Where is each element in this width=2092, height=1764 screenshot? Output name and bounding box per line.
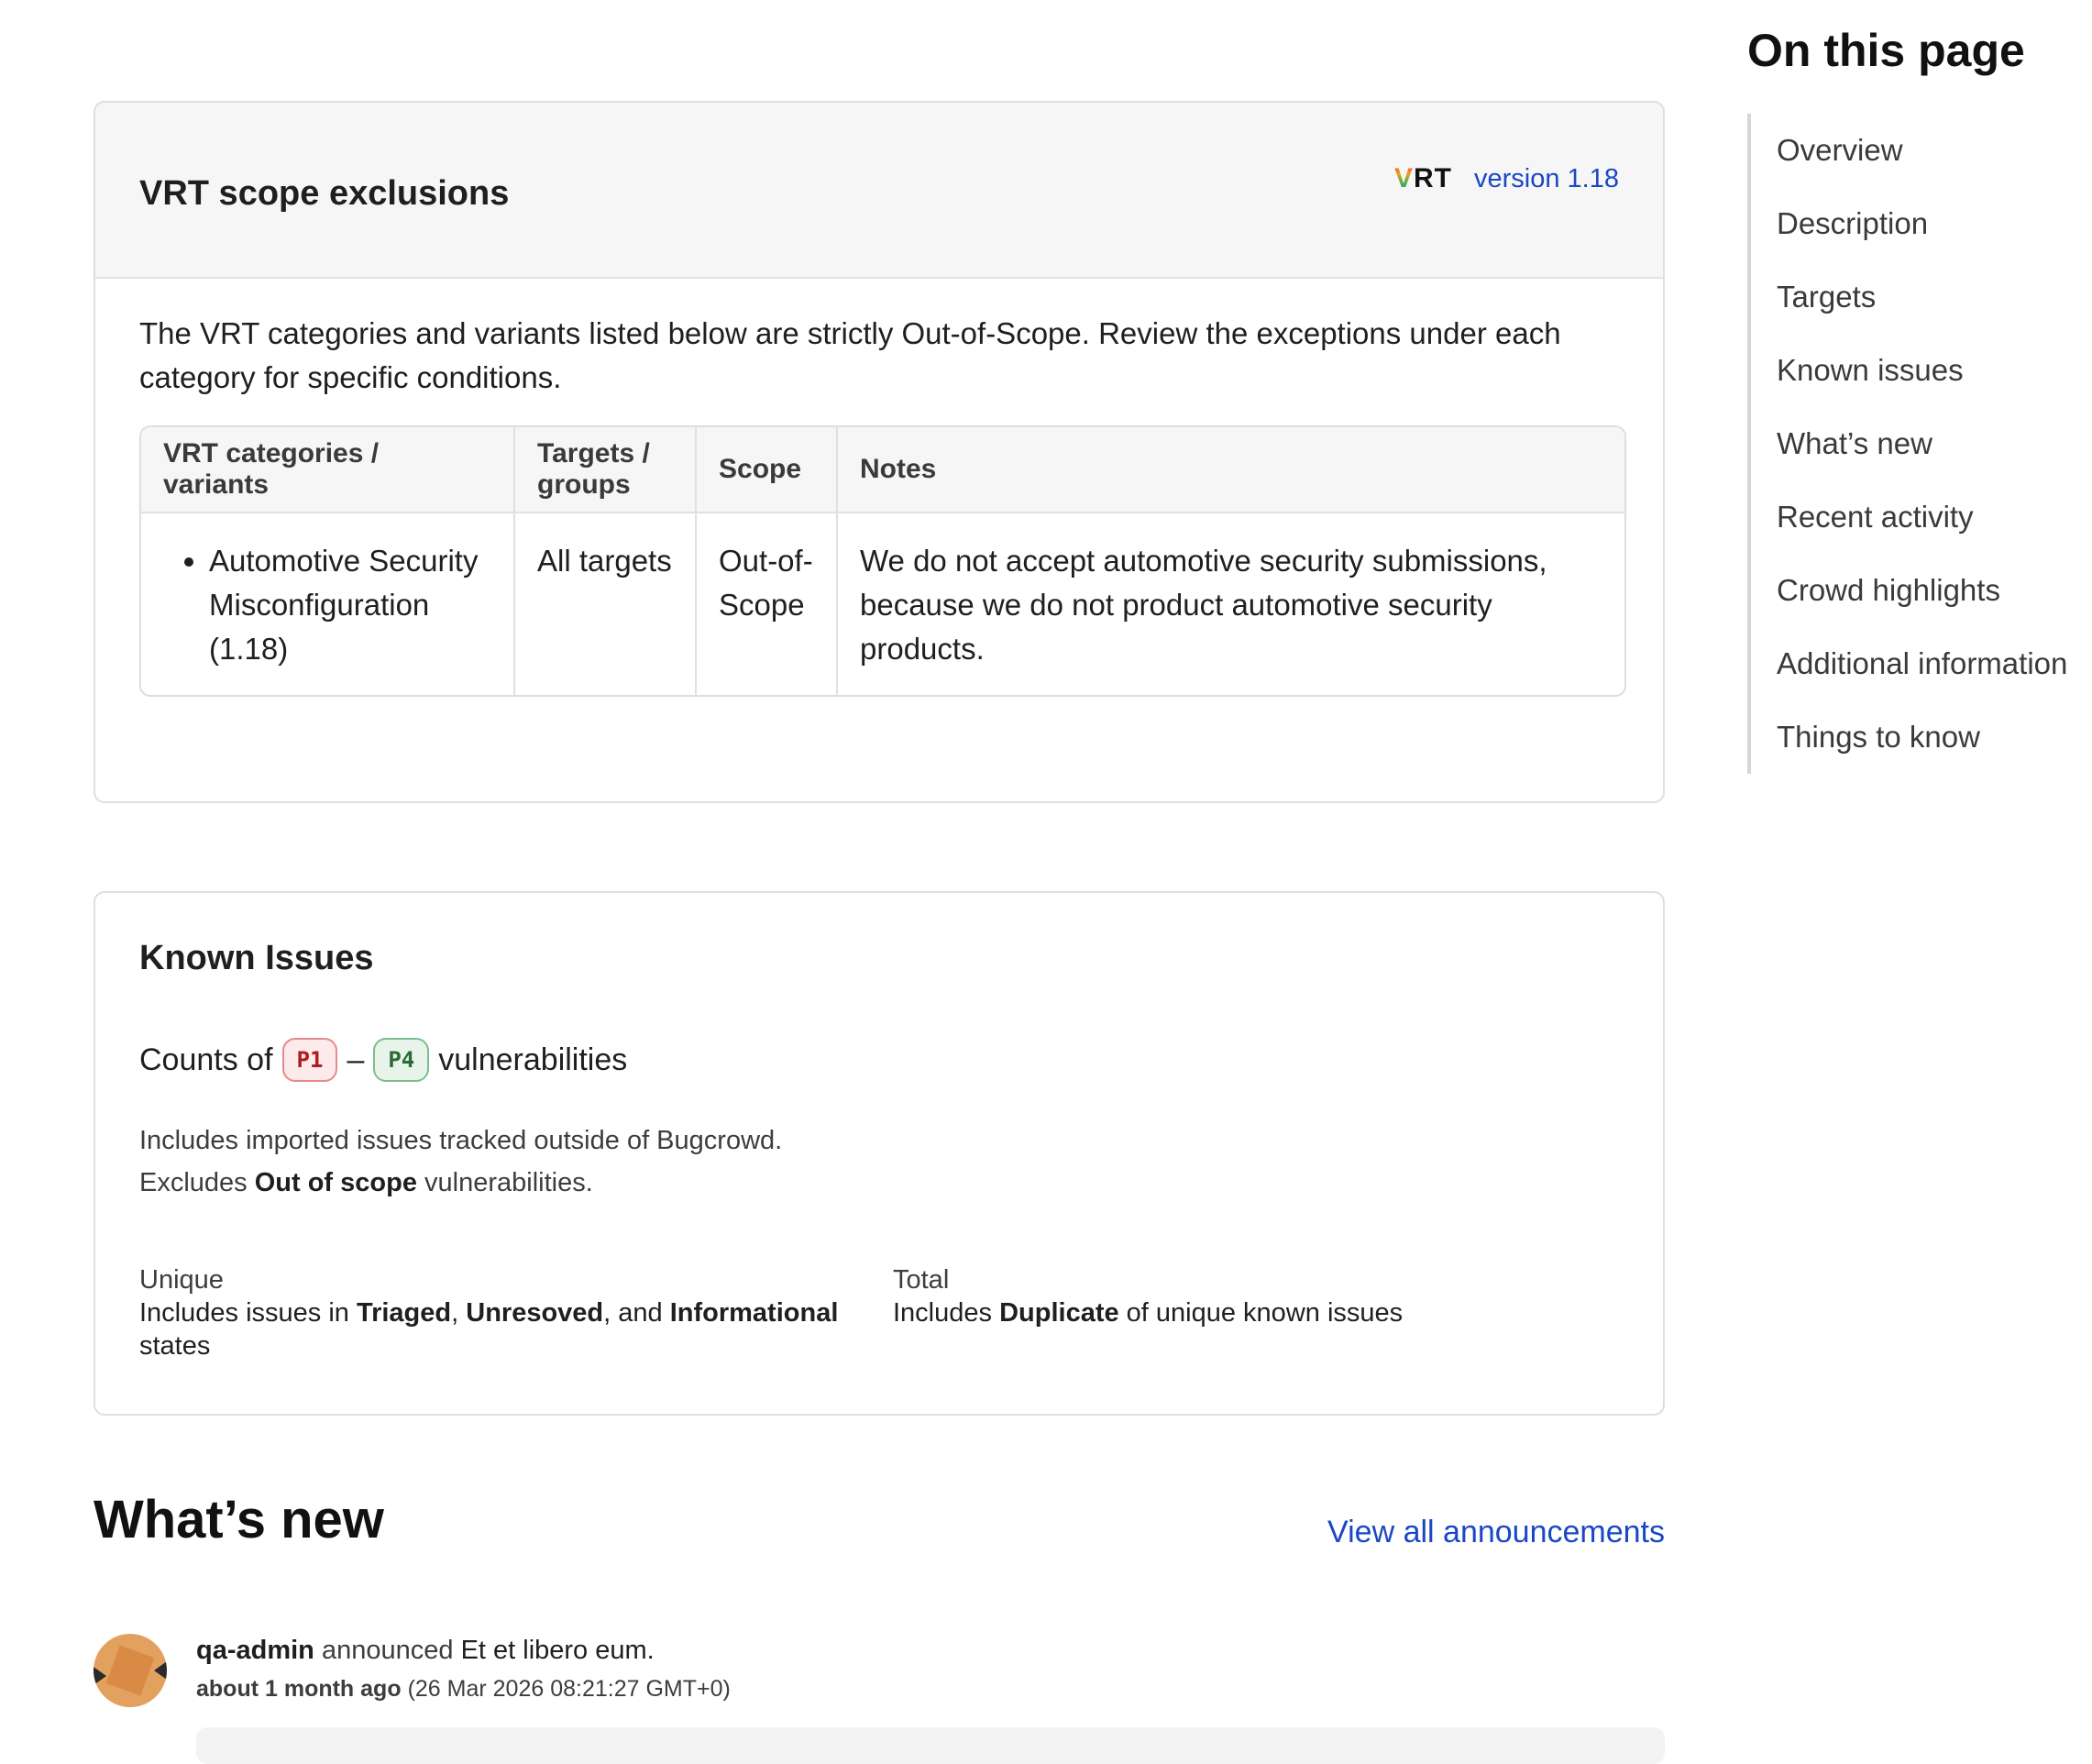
table-header-row: VRT categories / variants Targets / grou… bbox=[141, 427, 1624, 513]
imported-note: Includes imported issues tracked outside… bbox=[139, 1126, 783, 1155]
view-all-announcements-link[interactable]: View all announcements bbox=[1327, 1515, 1665, 1550]
toc-list: Overview Description Targets Known issue… bbox=[1747, 114, 2067, 774]
column-header-scope: Scope bbox=[696, 427, 838, 513]
card-title: VRT scope exclusions bbox=[139, 174, 510, 213]
announcement-meta: about 1 month ago (26 Mar 2026 08:21:27 … bbox=[196, 1676, 731, 1703]
toc-item-things-to-know[interactable]: Things to know bbox=[1751, 700, 2067, 774]
total-stat: Total Includes Duplicate of unique known… bbox=[893, 1263, 1590, 1329]
toc-title: On this page bbox=[1747, 25, 2025, 76]
known-issues-card: Known Issues Counts of P1 – P4 vulnerabi… bbox=[94, 891, 1665, 1416]
priority-badge-p4: P4 bbox=[373, 1038, 430, 1082]
exclusions-table-wrapper: VRT categories / variants Targets / grou… bbox=[139, 425, 1626, 697]
toc-item-whats-new[interactable]: What’s new bbox=[1751, 407, 2067, 480]
excludes-note: Excludes Out of scope vulnerabilities. bbox=[139, 1168, 593, 1197]
announcement-user[interactable]: qa-admin bbox=[196, 1636, 314, 1665]
counts-line: Counts of P1 – P4 vulnerabilities bbox=[139, 1038, 627, 1082]
announcement-title[interactable]: Et et libero eum. bbox=[461, 1636, 655, 1665]
counts-prefix: Counts of bbox=[139, 1042, 273, 1077]
exclusions-table: VRT categories / variants Targets / grou… bbox=[141, 427, 1624, 695]
counts-suffix: vulnerabilities bbox=[438, 1042, 628, 1077]
announcement-timestamp: (26 Mar 2026 08:21:27 GMT+0) bbox=[407, 1676, 731, 1702]
announcement-verb: announced bbox=[321, 1636, 454, 1665]
cell-notes: We do not accept automotive security sub… bbox=[860, 544, 1547, 666]
toc-item-crowd-highlights[interactable]: Crowd highlights bbox=[1751, 554, 2067, 627]
cell-category: Automotive Security Misconfiguration (1.… bbox=[141, 513, 515, 695]
toc-item-known-issues[interactable]: Known issues bbox=[1751, 334, 2067, 407]
toc-item-overview[interactable]: Overview bbox=[1751, 114, 2067, 187]
toc-item-description[interactable]: Description bbox=[1751, 187, 2067, 260]
vrt-version-badge: V RT version 1.18 bbox=[1394, 163, 1619, 194]
announcement-relative-time: about 1 month ago bbox=[196, 1676, 402, 1702]
total-description: Includes Duplicate of unique known issue… bbox=[893, 1298, 1404, 1328]
counts-dash: – bbox=[347, 1042, 365, 1077]
whats-new-heading: What’s new bbox=[94, 1490, 384, 1549]
category-item: Automotive Security Misconfiguration (1.… bbox=[209, 539, 491, 671]
vrt-scope-exclusions-card: VRT scope exclusions V RT version 1.18 Th… bbox=[94, 101, 1665, 803]
priority-badge-p1: P1 bbox=[281, 1038, 338, 1082]
vrt-intro-text: The VRT categories and variants listed b… bbox=[139, 316, 1561, 394]
column-header-categories: VRT categories / variants bbox=[141, 427, 515, 513]
column-header-notes: Notes bbox=[837, 427, 1624, 513]
column-header-targets: Targets / groups bbox=[514, 427, 697, 513]
card-header: VRT scope exclusions V RT version 1.18 bbox=[95, 103, 1663, 279]
total-label: Total bbox=[893, 1265, 950, 1295]
unique-label: Unique bbox=[139, 1265, 224, 1295]
toc-item-recent-activity[interactable]: Recent activity bbox=[1751, 480, 2067, 554]
unique-stat: Unique Includes issues in Triaged, Unres… bbox=[139, 1263, 854, 1362]
avatar[interactable] bbox=[94, 1634, 167, 1707]
unique-description: Includes issues in Triaged, Unresoved, a… bbox=[139, 1298, 839, 1361]
table-row: Automotive Security Misconfiguration (1.… bbox=[141, 513, 1624, 695]
toc-item-targets[interactable]: Targets bbox=[1751, 260, 2067, 334]
card-body: The VRT categories and variants listed b… bbox=[95, 279, 1663, 697]
announcement-body-box bbox=[196, 1727, 1665, 1764]
vrt-version-link[interactable]: version 1.18 bbox=[1474, 164, 1619, 194]
cell-scope: Out-of-Scope bbox=[696, 513, 838, 695]
toc-item-additional-information[interactable]: Additional information bbox=[1751, 627, 2067, 700]
announcement-line: qa-admin announced Et et libero eum. bbox=[196, 1636, 655, 1666]
known-issues-title: Known Issues bbox=[139, 939, 374, 977]
cell-targets: All targets bbox=[514, 513, 697, 695]
vrt-logo-icon: V RT bbox=[1393, 163, 1452, 193]
